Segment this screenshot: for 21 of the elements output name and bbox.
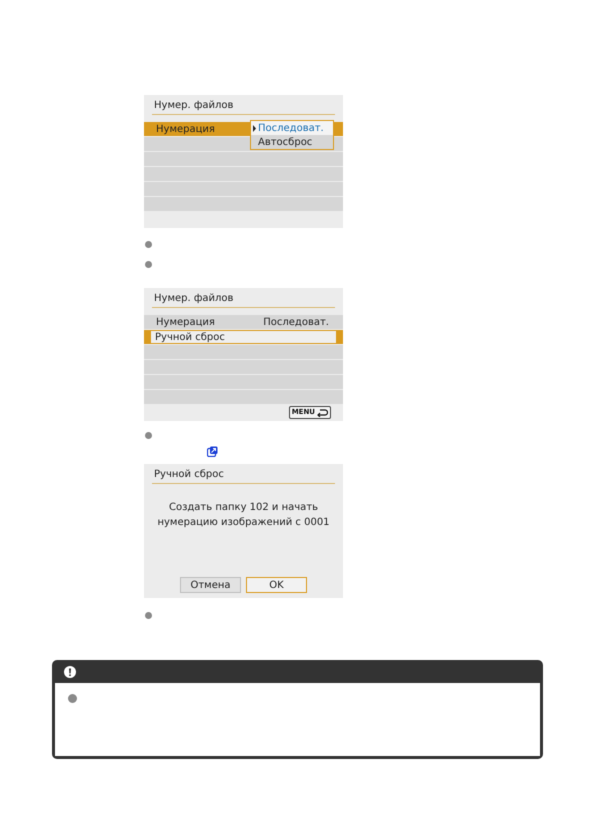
dropdown-option[interactable]: Автосброс <box>258 134 312 150</box>
screen-title: Нумер. файлов <box>152 292 335 308</box>
bullet-icon <box>145 240 152 248</box>
return-icon <box>317 408 328 416</box>
screen-title: Нумер. файлов <box>152 99 335 115</box>
menu-label: Нумерация <box>156 316 215 330</box>
menu-row[interactable]: Ручной сброс <box>150 330 337 344</box>
dialog-message: нумерацию изображений с 0001 <box>157 516 330 530</box>
dialog-button[interactable]: OK <box>246 577 307 593</box>
pointer-icon <box>253 124 256 132</box>
caution-icon <box>64 666 76 678</box>
menu-row[interactable]: Нумерация Последоват. <box>144 315 343 329</box>
bullet-icon <box>145 432 152 438</box>
bullet-icon <box>145 260 152 268</box>
screen-title: Ручной сброс <box>152 468 335 484</box>
link-icon <box>207 446 218 457</box>
dialog-button[interactable]: Отмена <box>180 577 241 593</box>
bullet-icon <box>68 694 77 703</box>
bullet-icon <box>145 612 152 618</box>
menu-value: Последоват. <box>263 316 329 330</box>
dialog-message: Создать папку 102 и начать <box>168 501 318 515</box>
